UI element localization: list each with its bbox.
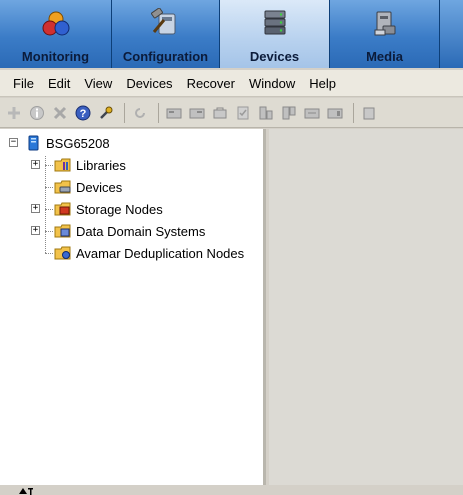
- tab-label: Media: [366, 49, 403, 64]
- menu-bar: File Edit View Devices Recover Window He…: [0, 70, 463, 97]
- tree-connector: [45, 165, 53, 166]
- svg-text:?: ?: [80, 108, 87, 120]
- tree-item-data-domain-systems[interactable]: Data Domain Systems: [54, 221, 205, 241]
- menu-recover[interactable]: Recover: [180, 70, 242, 97]
- device-action-icon-4[interactable]: [233, 103, 253, 123]
- tab-monitoring[interactable]: Monitoring: [0, 0, 112, 68]
- device-action-icon-2[interactable]: [187, 103, 207, 123]
- device-action-icon-3[interactable]: [210, 103, 230, 123]
- device-action-icon-5[interactable]: [256, 103, 276, 123]
- tree-item-storage-nodes[interactable]: Storage Nodes: [54, 199, 163, 219]
- tree-item-devices[interactable]: Devices: [54, 177, 122, 197]
- device-action-icon-9[interactable]: [359, 103, 379, 123]
- media-icon: [374, 11, 395, 36]
- info-icon[interactable]: [27, 103, 47, 123]
- device-action-icon-1[interactable]: [164, 103, 184, 123]
- tree-item-libraries[interactable]: Libraries: [54, 155, 126, 175]
- toolbar: ?: [0, 98, 463, 128]
- devices-folder-icon: [54, 179, 72, 195]
- wrench-icon[interactable]: [96, 103, 116, 123]
- monitoring-icon: [42, 11, 69, 36]
- tree-item-avamar-deduplication-nodes[interactable]: Avamar Deduplication Nodes: [54, 243, 244, 263]
- tree-item-label: Avamar Deduplication Nodes: [76, 245, 245, 261]
- detail-panel: [269, 129, 463, 485]
- tab-label: Devices: [249, 49, 300, 64]
- menu-window[interactable]: Window: [242, 70, 302, 97]
- tree-item-label: Data Domain Systems: [76, 223, 206, 239]
- tree-connector: [45, 187, 53, 188]
- tab-overflow[interactable]: [440, 0, 463, 68]
- menu-devices[interactable]: Devices: [119, 70, 179, 97]
- add-icon[interactable]: [4, 103, 24, 123]
- tab-devices[interactable]: Devices: [220, 0, 330, 68]
- help-icon[interactable]: ?: [73, 103, 93, 123]
- storage-nodes-folder-icon: [54, 201, 72, 217]
- tree-item-label: Devices: [76, 179, 123, 195]
- tree-connector: [45, 253, 53, 254]
- configuration-icon: [150, 8, 175, 35]
- tab-media[interactable]: Media: [330, 0, 440, 68]
- menu-view[interactable]: View: [77, 70, 119, 97]
- tab-label: Monitoring: [21, 49, 90, 64]
- refresh-icon[interactable]: [130, 103, 150, 123]
- menu-file[interactable]: File: [6, 70, 41, 97]
- devices-icon: [264, 10, 285, 35]
- tree-connector: [45, 231, 53, 232]
- status-bar: [0, 485, 463, 495]
- avamar-folder-icon: [54, 245, 72, 261]
- tree-item-label: Storage Nodes: [76, 201, 163, 217]
- server-icon: [24, 135, 42, 151]
- expand-toggle[interactable]: +: [31, 204, 40, 213]
- top-navigation: Monitoring Configuration Devices Media: [0, 0, 463, 68]
- tree-connector: [45, 156, 46, 253]
- data-domain-folder-icon: [54, 223, 72, 239]
- toolbar-separator: [353, 102, 354, 123]
- delete-icon[interactable]: [50, 103, 70, 123]
- tree-root-label: BSG65208: [46, 135, 110, 151]
- expand-toggle[interactable]: +: [31, 160, 40, 169]
- tab-label: Configuration: [122, 49, 209, 64]
- device-action-icon-8[interactable]: [325, 103, 345, 123]
- tab-configuration[interactable]: Configuration: [112, 0, 220, 68]
- device-tree: − BSG65208 + Libraries Devices + Storage…: [0, 129, 266, 485]
- expand-toggle[interactable]: +: [31, 226, 40, 235]
- device-action-icon-7[interactable]: [302, 103, 322, 123]
- tree-item-label: Libraries: [76, 157, 126, 173]
- toolbar-separator: [158, 102, 159, 123]
- resize-grip-icon[interactable]: [18, 486, 34, 495]
- device-action-icon-6[interactable]: [279, 103, 299, 123]
- collapse-toggle[interactable]: −: [9, 138, 18, 147]
- tree-connector: [45, 209, 53, 210]
- menu-help[interactable]: Help: [302, 70, 343, 97]
- toolbar-separator: [124, 102, 125, 123]
- tree-root[interactable]: BSG65208: [24, 133, 110, 153]
- libraries-folder-icon: [54, 157, 72, 173]
- menu-edit[interactable]: Edit: [41, 70, 77, 97]
